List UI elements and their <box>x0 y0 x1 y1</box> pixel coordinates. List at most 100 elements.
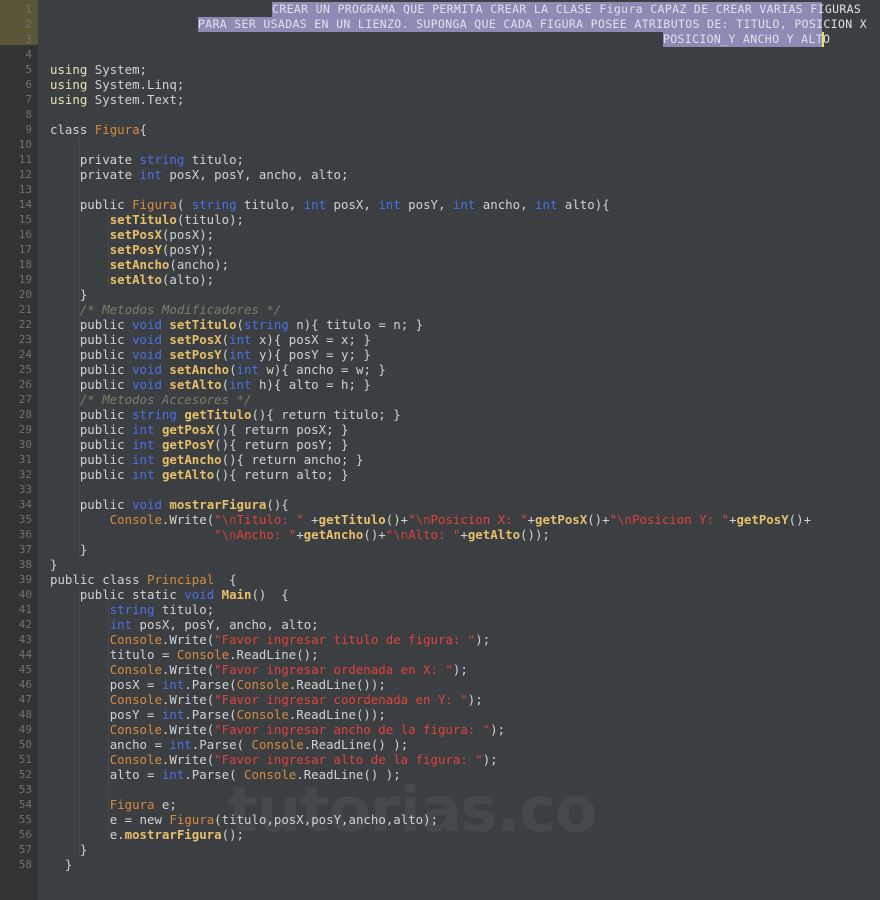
code-line[interactable]: setPosX(posX); <box>50 227 214 242</box>
code-line[interactable]: Console.Write("Favor ingresar coordenada… <box>50 692 483 707</box>
line-number: 21 <box>18 303 32 316</box>
line-number: 4 <box>25 48 32 61</box>
line-number: 55 <box>18 813 32 826</box>
code-line[interactable]: public static void Main() { <box>50 587 289 602</box>
code-line[interactable]: Console.Write("Favor ingresar titulo de … <box>50 632 490 647</box>
line-number: 7 <box>25 93 32 106</box>
code-line[interactable]: Console.Write("Favor ingresar alto de la… <box>50 752 498 767</box>
code-line[interactable]: private string titulo; <box>50 152 244 167</box>
code-line[interactable]: public string getTitulo(){ return titulo… <box>50 407 401 422</box>
code-line[interactable]: public void mostrarFigura(){ <box>50 497 289 512</box>
code-line[interactable]: public void setAlto(int h){ alto = h; } <box>50 377 371 392</box>
line-number: 52 <box>18 768 32 781</box>
code-line[interactable]: public int getAncho(){ return ancho; } <box>50 452 364 467</box>
line-number: 34 <box>18 498 32 511</box>
line-number: 20 <box>18 288 32 301</box>
code-line[interactable]: e = new Figura(titulo,posX,posY,ancho,al… <box>50 812 438 827</box>
code-line[interactable]: public int getAlto(){ return alto; } <box>50 467 349 482</box>
code-line[interactable]: Console.Write("Favor ingresar ordenada e… <box>50 662 468 677</box>
code-line[interactable]: setAncho(ancho); <box>50 257 229 272</box>
line-number: 45 <box>18 663 32 676</box>
code-line[interactable]: string titulo; <box>50 602 214 617</box>
line-number: 6 <box>25 78 32 91</box>
code-line[interactable]: Console.Write("Favor ingresar ancho de l… <box>50 722 505 737</box>
code-line[interactable]: } <box>50 857 72 872</box>
line-number: 22 <box>18 318 32 331</box>
code-line[interactable]: private int posX, posY, ancho, alto; <box>50 167 349 182</box>
line-number: 17 <box>18 243 32 256</box>
code-line[interactable]: using System; <box>50 62 147 77</box>
code-line[interactable]: /* Metodos Modificadores */ <box>50 302 281 317</box>
code-line[interactable]: class Figura{ <box>50 122 147 137</box>
line-number: 53 <box>18 783 32 796</box>
code-line[interactable]: alto = int.Parse( Console.ReadLine() ); <box>50 767 401 782</box>
code-line[interactable]: public void setPosY(int y){ posY = y; } <box>50 347 371 362</box>
line-number: 10 <box>18 138 32 151</box>
code-line[interactable]: public class Principal { <box>50 572 237 587</box>
line-number-gutter[interactable]: 1 2 3 4 5 6 7 8 9 10 11 12 13 14 15 16 17 18 19 20 21 22 23 24 2… <box>0 0 38 900</box>
code-line[interactable]: public Figura( string titulo, int posX, … <box>50 197 610 212</box>
header-comment-line[interactable]: POSICION_Y ANCHO Y ALTO <box>662 32 830 47</box>
line-number: 25 <box>18 363 32 376</box>
line-number: 32 <box>18 468 32 481</box>
code-line[interactable]: posY = int.Parse(Console.ReadLine()); <box>50 707 386 722</box>
line-number: 13 <box>18 183 32 196</box>
line-number: 41 <box>18 603 32 616</box>
header-comment-line[interactable]: PARA SER USADAS EN UN LIENZO. SUPONGA QU… <box>197 17 867 32</box>
line-number: 47 <box>18 693 32 706</box>
header-comment-line[interactable]: CREAR UN PROGRAMA QUE PERMITA CREAR LA C… <box>272 2 861 17</box>
code-line[interactable]: Console.Write("\nTitulo: " +getTitulo()+… <box>50 512 811 527</box>
code-line[interactable]: e.mostrarFigura(); <box>50 827 244 842</box>
line-number: 44 <box>18 648 32 661</box>
line-number: 38 <box>18 558 32 571</box>
code-line[interactable]: public int getPosX(){ return posX; } <box>50 422 349 437</box>
line-number: 40 <box>18 588 32 601</box>
code-line[interactable]: posX = int.Parse(Console.ReadLine()); <box>50 677 386 692</box>
line-number: 16 <box>18 228 32 241</box>
code-surface[interactable]: using System; using System.Linq; using Sys… <box>38 0 880 900</box>
code-line[interactable]: "\nAncho: "+getAncho()+"\nAlto: "+getAlt… <box>50 527 550 542</box>
code-line[interactable]: using System.Linq; <box>50 77 184 92</box>
code-line[interactable]: setPosY(posY); <box>50 242 214 257</box>
line-number: 2 <box>25 18 32 31</box>
line-number: 12 <box>18 168 32 181</box>
code-line[interactable]: } <box>50 542 87 557</box>
line-number: 9 <box>25 123 32 136</box>
line-number: 36 <box>18 528 32 541</box>
code-line[interactable]: public void setAncho(int w){ ancho = w; … <box>50 362 386 377</box>
code-line[interactable]: } <box>50 557 57 572</box>
line-number: 56 <box>18 828 32 841</box>
line-number: 3 <box>25 33 32 46</box>
line-number: 14 <box>18 198 32 211</box>
code-line[interactable]: ancho = int.Parse( Console.ReadLine() ); <box>50 737 408 752</box>
line-number: 28 <box>18 408 32 421</box>
line-number: 27 <box>18 393 32 406</box>
line-number: 43 <box>18 633 32 646</box>
line-number: 35 <box>18 513 32 526</box>
line-number: 29 <box>18 423 32 436</box>
code-line[interactable]: } <box>50 287 87 302</box>
line-number: 11 <box>18 153 32 166</box>
code-line[interactable]: setTitulo(titulo); <box>50 212 244 227</box>
line-number: 26 <box>18 378 32 391</box>
code-line[interactable]: using System.Text; <box>50 92 184 107</box>
code-line[interactable]: int posX, posY, ancho, alto; <box>50 617 319 632</box>
code-line[interactable]: titulo = Console.ReadLine(); <box>50 647 319 662</box>
line-number: 23 <box>18 333 32 346</box>
line-number: 50 <box>18 738 32 751</box>
code-line[interactable]: } <box>50 842 87 857</box>
code-line[interactable]: public void setTitulo(string n){ titulo … <box>50 317 423 332</box>
code-line[interactable]: /* Metodos Accesores */ <box>50 392 252 407</box>
text-caret <box>822 32 824 47</box>
code-line[interactable]: Figura e; <box>50 797 177 812</box>
line-number: 33 <box>18 483 32 496</box>
line-number: 58 <box>18 858 32 871</box>
line-number: 30 <box>18 438 32 451</box>
line-number: 31 <box>18 453 32 466</box>
code-line[interactable]: public int getPosY(){ return posY; } <box>50 437 349 452</box>
code-editor[interactable]: tutorias.co 1 2 3 4 5 6 7 8 9 10 11 12 13 14 15 16 17 18 1… <box>0 0 880 900</box>
code-line[interactable]: setAlto(alto); <box>50 272 214 287</box>
line-number: 1 <box>25 3 32 16</box>
code-line[interactable]: public void setPosX(int x){ posX = x; } <box>50 332 371 347</box>
line-number: 5 <box>25 63 32 76</box>
